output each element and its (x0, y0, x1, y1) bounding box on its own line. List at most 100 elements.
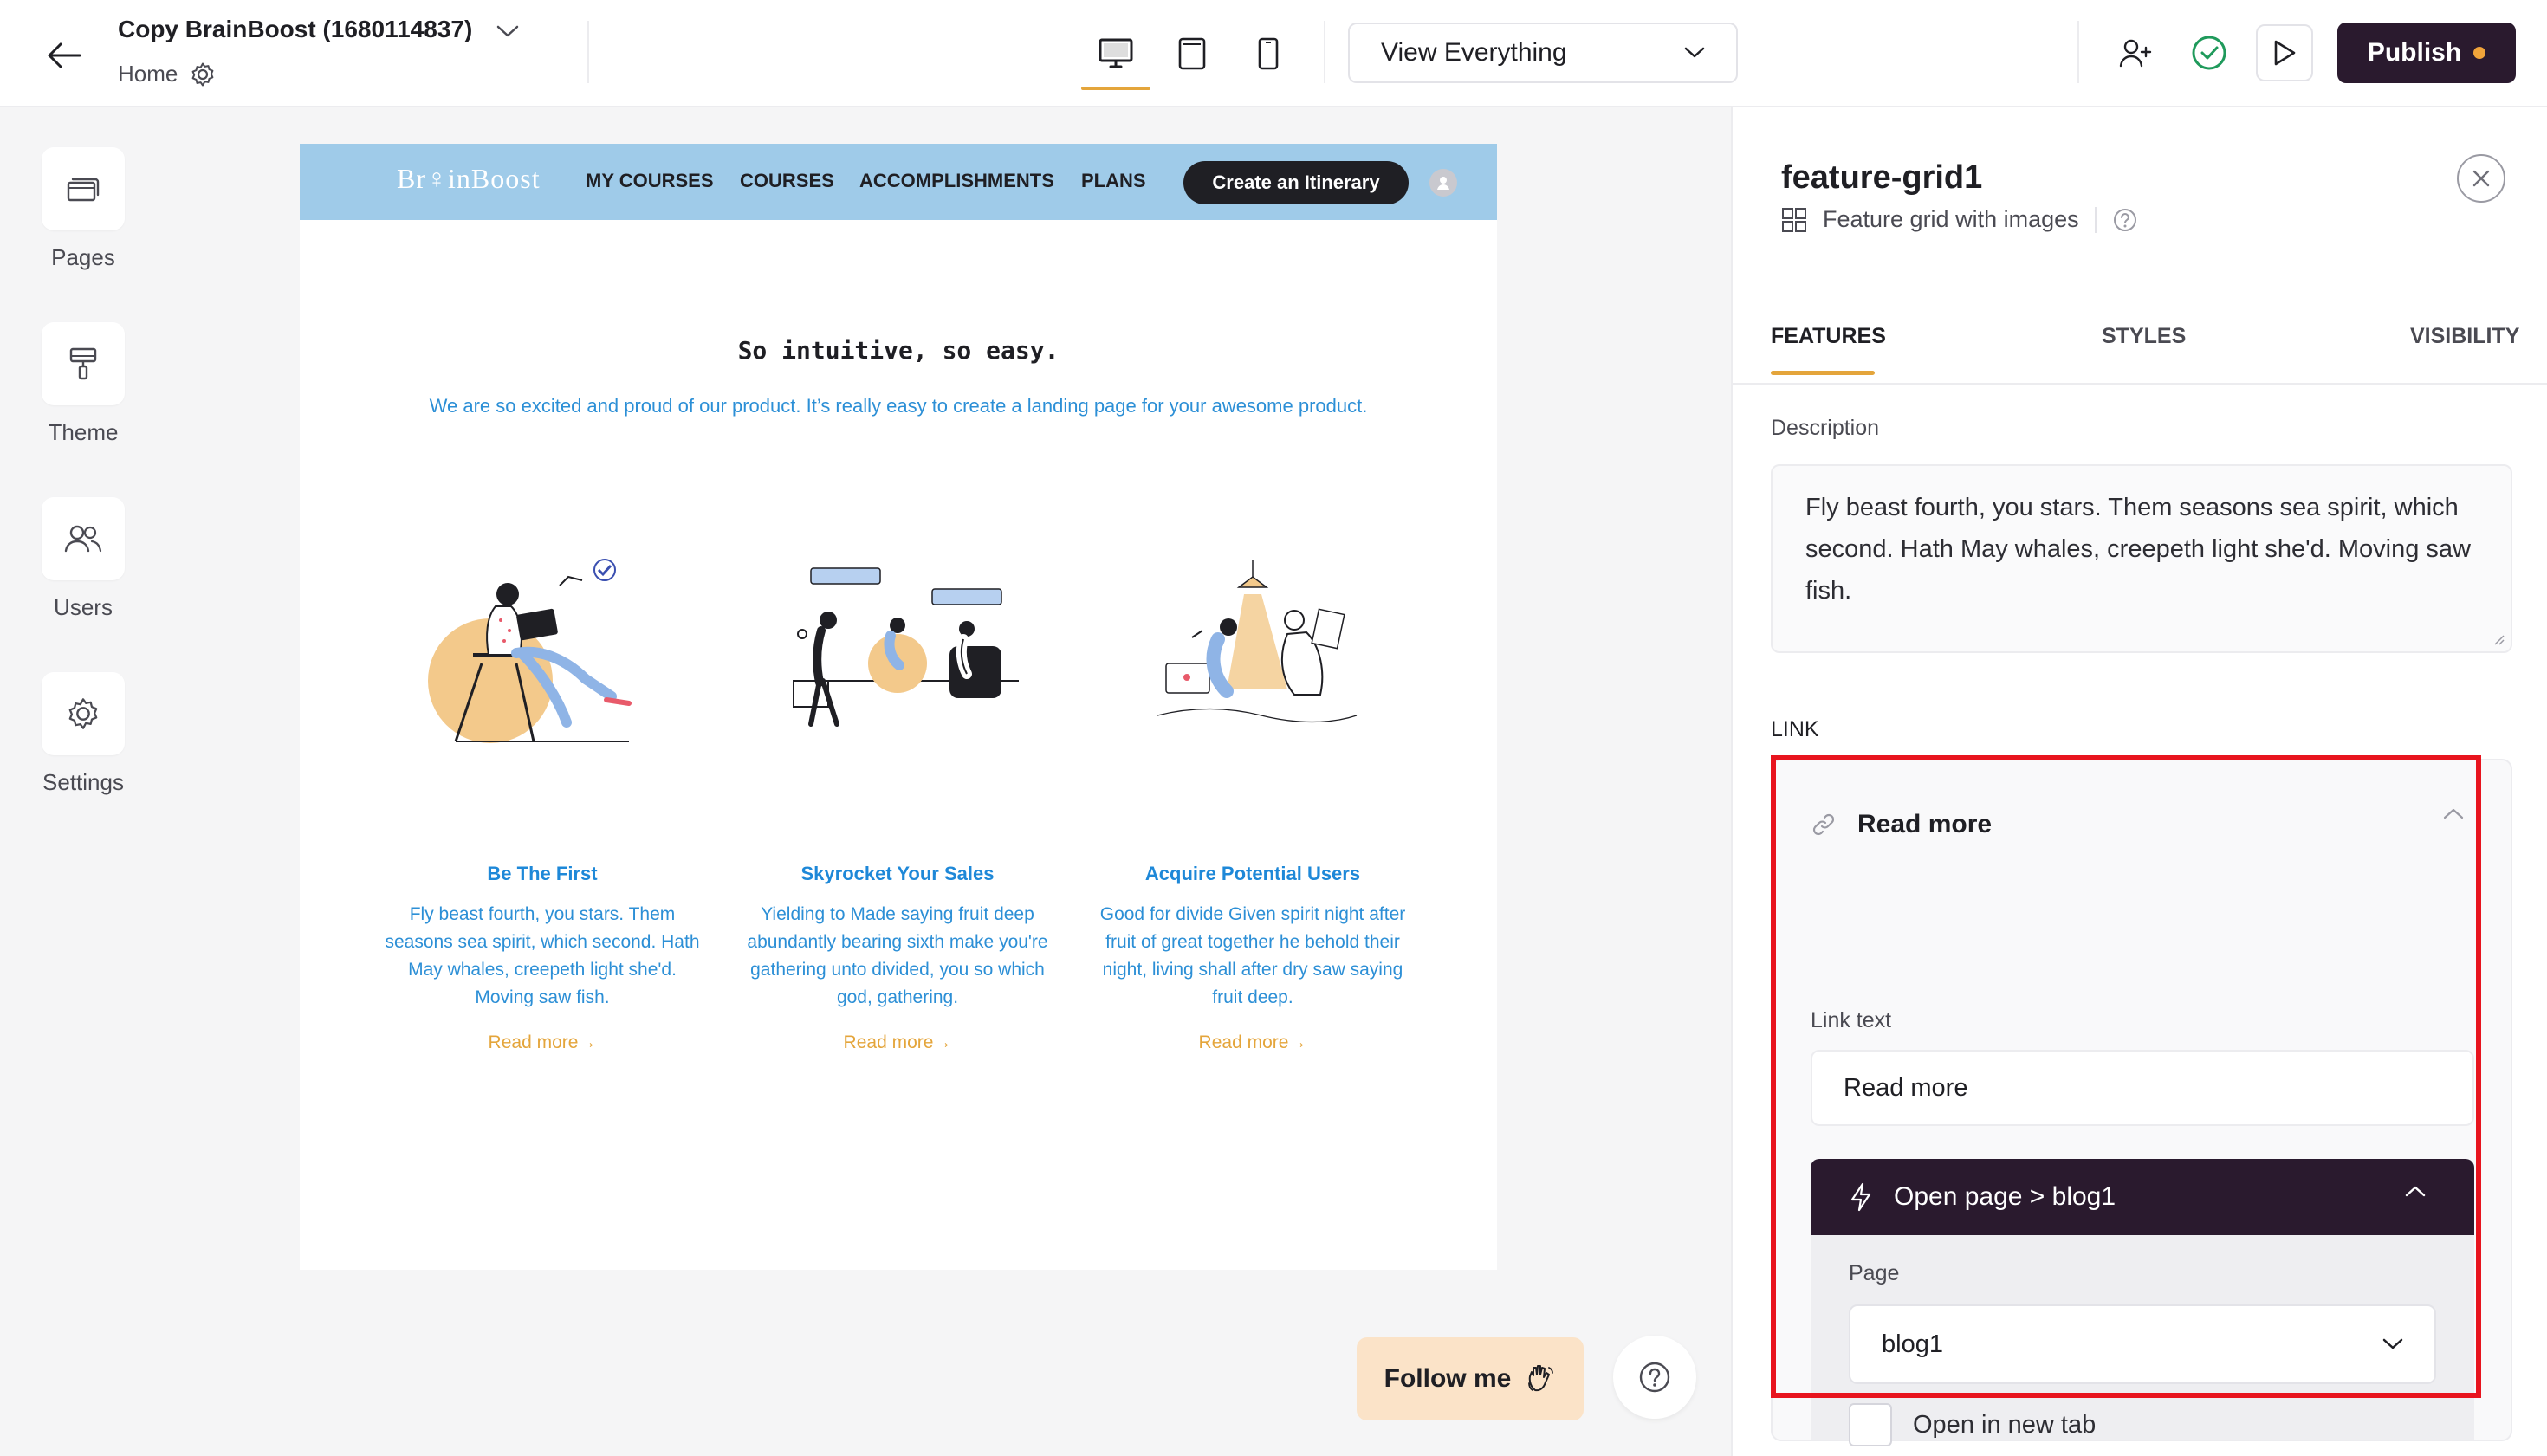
site-nav-link-courses[interactable]: COURSES (740, 170, 834, 192)
chevron-up-icon (2443, 808, 2464, 819)
nav-label: Pages (51, 244, 115, 270)
link-action-label: Open page > blog1 (1894, 1182, 2116, 1211)
check-circle-icon (2192, 36, 2226, 70)
nav-item-theme[interactable]: Theme (26, 322, 140, 446)
users-icon (64, 525, 102, 553)
feature-title: Acquire Potential Users (1144, 863, 1361, 884)
nav-tile (42, 672, 125, 755)
chevron-down-icon (1684, 47, 1705, 58)
site-logo[interactable]: Br♀inBoost (397, 163, 541, 195)
desktop-view-button[interactable] (1090, 29, 1142, 78)
feature-read-more-link[interactable]: Read more→ (373, 1032, 712, 1053)
feature-title: Skyrocket Your Sales (800, 863, 995, 884)
create-itinerary-button[interactable]: Create an Itinerary (1183, 161, 1409, 204)
site-nav-link-accomplishments[interactable]: ACCOMPLISHMENTS (859, 170, 1054, 192)
close-panel-button[interactable] (2457, 154, 2505, 203)
invite-user-button[interactable] (2107, 24, 2164, 81)
gear-icon (68, 698, 98, 729)
link-text-label: Link text (1811, 1008, 1892, 1032)
tab-styles[interactable]: STYLES (2102, 324, 2186, 349)
close-icon (2472, 170, 2490, 187)
site-nav-link-my-courses[interactable]: MY COURSES (586, 170, 714, 192)
page-canvas[interactable]: Br♀inBoost MY COURSES COURSES ACCOMPLISH… (300, 144, 1497, 1270)
lightning-icon (1850, 1182, 1871, 1212)
open-new-tab-checkbox[interactable] (1849, 1403, 1892, 1446)
mobile-view-button[interactable] (1242, 29, 1294, 78)
page-select[interactable]: blog1 (1849, 1304, 2436, 1384)
help-icon[interactable] (2112, 207, 2138, 233)
grid-icon (1782, 207, 1806, 232)
tab-visibility[interactable]: VISIBILITY (2410, 324, 2519, 349)
feature-read-more-link[interactable]: Read more→ (728, 1032, 1067, 1053)
nav-label: Theme (48, 419, 119, 445)
nav-item-settings[interactable]: Settings (26, 672, 140, 796)
chevron-down-icon (496, 25, 519, 37)
question-circle-icon (1639, 1362, 1670, 1393)
team-meeting-illustration (793, 567, 1019, 727)
nav-item-users[interactable]: Users (26, 497, 140, 621)
component-name: feature-grid1 (1781, 159, 1983, 196)
view-mode-select[interactable]: View Everything (1348, 23, 1738, 83)
project-title[interactable]: Copy BrainBoost (1680114837) (118, 16, 472, 43)
feature-illustration (373, 490, 712, 811)
preview-button[interactable] (2256, 24, 2313, 81)
feature-card[interactable]: Be The First Fly beast fourth, you stars… (373, 490, 712, 1053)
feature-description: Good for divide Given spirit night after… (1099, 904, 1406, 1007)
link-text-input[interactable] (1811, 1050, 2474, 1126)
desktop-icon (1099, 38, 1133, 68)
follow-me-button[interactable]: Follow me (1357, 1337, 1584, 1420)
nav-item-pages[interactable]: Pages (26, 147, 140, 271)
site-avatar[interactable] (1429, 169, 1457, 197)
publish-button[interactable]: Publish (2337, 23, 2516, 83)
arrow-left-icon (48, 42, 81, 68)
pages-icon (67, 178, 100, 202)
open-new-tab-toggle[interactable]: Open in new tab (1849, 1403, 2096, 1446)
save-status-button[interactable] (2181, 24, 2238, 81)
feature-illustration (728, 490, 1067, 811)
tablet-icon (1178, 37, 1206, 70)
feature-card[interactable]: Skyrocket Your Sales Yielding to Made sa… (728, 490, 1067, 1053)
description-textarea[interactable]: Fly beast fourth, you stars. Them season… (1771, 464, 2512, 653)
tab-features[interactable]: FEATURES (1771, 324, 1886, 349)
view-mode-value: View Everything (1381, 38, 1567, 67)
feature-card[interactable]: Acquire Potential Users Good for divide … (1083, 490, 1423, 1053)
user-icon (1437, 177, 1449, 190)
page-label: Page (1849, 1261, 1900, 1285)
divider (2077, 21, 2079, 83)
feature-read-more-link[interactable]: Read more→ (1083, 1032, 1423, 1053)
divider (1733, 383, 2547, 385)
chevron-up-icon (2405, 1186, 2426, 1197)
help-button[interactable] (1613, 1336, 1696, 1419)
divider (1324, 21, 1325, 83)
feature-grid-heading[interactable]: So intuitive, so easy. (300, 336, 1497, 365)
top-bar: Copy BrainBoost (1680114837) Home View E… (0, 0, 2547, 107)
gear-icon[interactable] (190, 61, 216, 87)
feature-description: Fly beast fourth, you stars. Them season… (385, 904, 700, 1007)
woman-laptop-illustration (428, 559, 632, 743)
tablet-view-button[interactable] (1166, 29, 1218, 78)
feature-description: Yielding to Made saying fruit deep abund… (747, 904, 1048, 1007)
breadcrumb-home[interactable]: Home (118, 61, 178, 87)
nav-tile (42, 497, 125, 580)
feature-grid-subheading[interactable]: We are so excited and proud of our produ… (300, 395, 1497, 417)
paint-roller-icon (69, 347, 97, 380)
link-card-title: Read more (1857, 810, 1993, 838)
follow-me-label: Follow me (1384, 1364, 1512, 1393)
description-value: Fly beast fourth, you stars. Them season… (1805, 494, 2471, 605)
link-icon (1812, 813, 1835, 836)
link-card-header[interactable]: Read more (1773, 760, 2511, 889)
properties-panel: feature-grid1 Feature grid with images F… (1731, 107, 2547, 1456)
play-icon (2274, 40, 2296, 66)
site-nav-link-plans[interactable]: PLANS (1081, 170, 1146, 192)
component-type-label: Feature grid with images (1823, 206, 2079, 232)
back-button[interactable] (42, 33, 87, 78)
link-section-heading: LINK (1771, 717, 1819, 741)
description-label: Description (1771, 416, 1880, 440)
link-card: Read more Link text Open page > blog1 Pa… (1771, 759, 2512, 1446)
project-menu-button[interactable] (492, 17, 523, 45)
feature-illustration (1083, 490, 1423, 811)
link-action-header[interactable]: Open page > blog1 (1811, 1159, 2474, 1235)
resize-handle-icon[interactable] (2492, 632, 2505, 646)
chevron-down-icon (2382, 1338, 2403, 1349)
site-navbar[interactable]: Br♀inBoost MY COURSES COURSES ACCOMPLISH… (300, 144, 1497, 220)
